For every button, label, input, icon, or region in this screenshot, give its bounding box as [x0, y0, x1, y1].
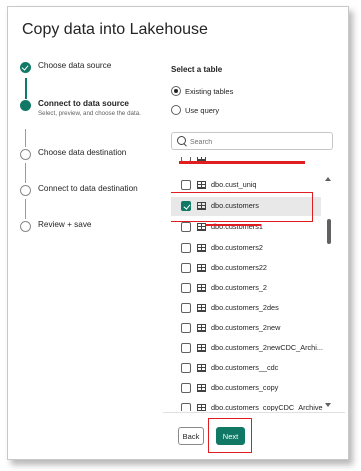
table-icon	[197, 284, 206, 292]
annotation-strike	[179, 161, 305, 164]
table-checkbox[interactable]	[181, 323, 191, 333]
copy-data-dialog: Copy data into Lakehouse Choose data sou…	[7, 6, 349, 460]
radio-selected-icon[interactable]	[171, 86, 181, 96]
table-row[interactable]: dbo.customers_2	[171, 279, 321, 298]
step-done-icon	[20, 62, 31, 73]
table-icon	[197, 304, 206, 312]
table-row[interactable]: dbo.customers_2new	[171, 319, 321, 338]
table-name: dbo.customers_2new	[211, 323, 281, 332]
table-name: dbo.customers__cdc	[211, 363, 279, 372]
step-connector	[25, 129, 26, 147]
table-icon	[197, 264, 206, 272]
step-label: Choose data destination	[38, 148, 127, 157]
step-connector	[25, 199, 26, 219]
wizard-stepper: Choose data source Connect to data sourc…	[8, 7, 163, 457]
table-name: dbo.customers_copy	[211, 383, 279, 392]
table-checkbox[interactable]	[181, 403, 191, 411]
search-input[interactable]	[188, 135, 332, 149]
table-checkbox[interactable]	[181, 180, 191, 190]
radio-unselected-icon[interactable]	[171, 105, 181, 115]
table-name: dbo.customers_2	[211, 283, 267, 292]
table-checkbox[interactable]	[181, 363, 191, 373]
table-name: dbo.cust_uniq	[211, 180, 257, 189]
table-row[interactable]: dbo.customers_copy	[171, 379, 321, 398]
radio-label: Existing tables	[185, 86, 234, 96]
search-icon	[177, 136, 186, 145]
annotation-underline	[205, 224, 261, 226]
table-checkbox[interactable]	[181, 263, 191, 273]
table-name: dbo.customers22	[211, 263, 267, 272]
table-name: dbo.customers_2newCDC_Archi...	[211, 343, 323, 352]
table-checkbox[interactable]	[181, 383, 191, 393]
table-search-box[interactable]	[171, 132, 333, 150]
table-icon	[197, 244, 206, 252]
step-pending-icon	[20, 185, 31, 196]
table-icon	[197, 384, 206, 392]
table-row[interactable]: dbo.customers2	[171, 239, 321, 258]
annotation-highlight-box	[171, 192, 313, 222]
list-scrollbar[interactable]	[325, 177, 333, 407]
step-description: Select, preview, and choose the data.	[38, 110, 141, 117]
step-pending-icon	[20, 221, 31, 232]
step-label: Choose data source	[38, 61, 112, 70]
table-list: dbo.cust_uniq dbo.customers dbo.customer…	[171, 157, 341, 411]
table-row[interactable]: dbo.customers22	[171, 259, 321, 278]
scroll-up-icon[interactable]	[325, 177, 331, 181]
scroll-down-icon[interactable]	[325, 403, 331, 407]
radio-use-query[interactable]: Use query	[171, 105, 219, 115]
table-name: dbo.customers_copyCDC_Archive	[211, 403, 323, 411]
table-checkbox[interactable]	[181, 303, 191, 313]
step-label: Review + save	[38, 220, 92, 229]
pane-title: Select a table	[171, 65, 223, 74]
table-row[interactable]: dbo.customers_2des	[171, 299, 321, 318]
step-pending-icon	[20, 149, 31, 160]
table-icon	[197, 404, 206, 411]
step-connector	[24, 78, 27, 99]
table-icon	[197, 344, 206, 352]
step-current-icon	[20, 100, 31, 111]
step-label: Connect to data source	[38, 99, 129, 108]
step-connector	[25, 163, 26, 183]
radio-label: Use query	[185, 105, 220, 115]
table-icon	[197, 181, 206, 189]
step-label: Connect to data destination	[38, 184, 138, 193]
table-name: dbo.customers2	[211, 243, 263, 252]
back-button[interactable]: Back	[178, 427, 204, 445]
scroll-thumb[interactable]	[327, 219, 331, 244]
footer-divider	[163, 412, 345, 413]
table-checkbox[interactable]	[181, 222, 191, 232]
table-checkbox[interactable]	[181, 283, 191, 293]
table-row[interactable]: dbo.customers__cdc	[171, 359, 321, 378]
table-name: dbo.customers_2des	[211, 303, 279, 312]
table-checkbox[interactable]	[181, 343, 191, 353]
radio-existing-tables[interactable]: Existing tables	[171, 86, 233, 96]
table-row[interactable]: dbo.customers_2newCDC_Archi...	[171, 339, 323, 358]
table-icon	[197, 324, 206, 332]
table-row[interactable]: dbo.customers_copyCDC_Archive	[171, 399, 323, 411]
annotation-next-box	[208, 418, 252, 453]
table-icon	[197, 364, 206, 372]
table-checkbox[interactable]	[181, 243, 191, 253]
